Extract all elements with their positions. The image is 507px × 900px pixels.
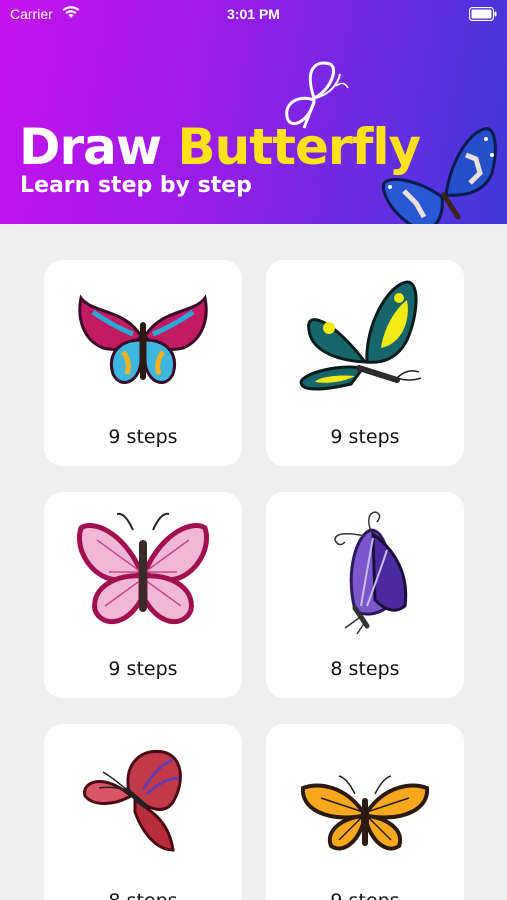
lesson-card[interactable]: 9 steps bbox=[266, 724, 464, 900]
title-draw: Draw bbox=[19, 118, 162, 176]
blue-butterfly-icon bbox=[380, 125, 500, 224]
butterfly-teal-yellow-icon bbox=[266, 278, 464, 418]
lesson-steps-label: 9 steps bbox=[266, 890, 464, 900]
lesson-card[interactable]: 9 steps bbox=[44, 260, 242, 466]
battery-icon bbox=[468, 6, 497, 24]
lesson-steps-label: 9 steps bbox=[108, 658, 178, 680]
lesson-card[interactable]: 8 steps bbox=[266, 492, 464, 698]
lesson-card[interactable]: 8 steps bbox=[44, 724, 242, 900]
header-banner: Carrier 3:01 PM Draw Butterfly Learn ste… bbox=[0, 0, 507, 224]
clock: 3:01 PM bbox=[227, 6, 280, 22]
butterfly-pink-icon bbox=[44, 510, 242, 650]
lesson-card[interactable]: 9 steps bbox=[266, 260, 464, 466]
lesson-steps-label: 8 steps bbox=[330, 658, 400, 680]
butterfly-purple-icon bbox=[266, 510, 464, 650]
lesson-card[interactable]: 9 steps bbox=[44, 492, 242, 698]
butterfly-pink-blue-icon bbox=[44, 278, 242, 418]
lesson-grid: 9 steps 9 steps 9 steps 8 steps bbox=[0, 224, 507, 900]
butterfly-orange-icon bbox=[266, 742, 464, 882]
butterfly-red-icon bbox=[44, 742, 242, 882]
lesson-steps-label: 8 steps bbox=[44, 890, 242, 900]
app-title: Draw Butterfly bbox=[19, 118, 421, 176]
lesson-steps-label: 9 steps bbox=[108, 426, 178, 448]
app-subtitle: Learn step by step bbox=[20, 173, 252, 198]
lesson-steps-label: 9 steps bbox=[330, 426, 400, 448]
status-bar: Carrier 3:01 PM bbox=[0, 0, 507, 30]
